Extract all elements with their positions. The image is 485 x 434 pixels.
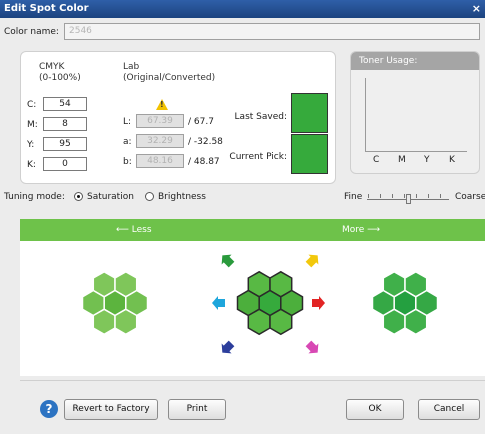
less-more-bar: ⟵ Less More ⟶ — [20, 219, 485, 241]
ok-button[interactable]: OK — [346, 399, 404, 420]
center-hexagon[interactable] — [269, 308, 293, 336]
black-input[interactable]: 0 — [43, 157, 87, 171]
more-direction: More ⟶ — [342, 225, 381, 235]
more-saturation-hexagon[interactable] — [404, 308, 428, 336]
toner-label-m: M — [398, 155, 406, 165]
less-saturation-hexagon[interactable] — [92, 308, 116, 336]
title-bar: Edit Spot Color × — [0, 0, 485, 18]
toner-y-axis — [365, 78, 366, 151]
slider-tick — [440, 194, 441, 198]
color-name-input[interactable]: 2546 — [64, 23, 480, 40]
cancel-button[interactable]: Cancel — [418, 399, 480, 420]
brightness-label[interactable]: Brightness — [158, 192, 206, 202]
lab-l-original: 67.39 — [136, 114, 184, 128]
less-label: Less — [131, 225, 152, 235]
cmyk-header: CMYK (0-100%) — [39, 62, 81, 83]
saturation-label[interactable]: Saturation — [87, 192, 134, 202]
yellow-input[interactable]: 95 — [43, 137, 87, 151]
arrow-up-right-icon[interactable] — [304, 250, 323, 269]
arrow-down-right-icon[interactable] — [304, 339, 323, 358]
edit-spot-color-dialog: Color name: 2546 CMYK (0-100%) Lab (Orig… — [0, 18, 485, 434]
black-label: K: — [27, 160, 36, 170]
slider-tick — [368, 194, 369, 198]
slider-tick — [416, 194, 417, 198]
granularity-slider-thumb[interactable] — [406, 194, 411, 204]
slider-tick — [380, 194, 381, 198]
more-label: More — [342, 225, 365, 235]
arrow-up-left-icon[interactable] — [217, 250, 236, 269]
last-saved-label: Last Saved: — [234, 112, 287, 122]
close-icon[interactable]: × — [472, 2, 481, 15]
more-saturation-hexagon[interactable] — [382, 308, 406, 336]
color-name-label: Color name: — [4, 27, 59, 37]
slider-tick — [392, 194, 393, 198]
yellow-label: Y: — [27, 140, 35, 150]
brightness-radio[interactable] — [145, 192, 154, 201]
warning-icon: ! — [156, 99, 168, 110]
slider-tick — [428, 194, 429, 198]
current-pick-label: Current Pick: — [229, 152, 287, 162]
last-saved-swatch — [291, 93, 328, 133]
footer-separator — [20, 380, 485, 381]
saturation-radio[interactable] — [74, 192, 83, 201]
arrow-right-icon[interactable] — [312, 296, 325, 310]
lab-b-label: b: — [123, 157, 132, 167]
cyan-input[interactable]: 54 — [43, 97, 87, 111]
coarse-label: Coarse — [455, 192, 485, 202]
magenta-label: M: — [27, 120, 38, 130]
lab-a-converted: / -32.58 — [188, 137, 223, 147]
lab-header: Lab (Original/Converted) — [123, 62, 216, 83]
hexagon-picker — [81, 250, 439, 358]
lab-b-original: 48.16 — [136, 154, 184, 168]
help-icon[interactable]: ? — [40, 400, 58, 418]
toner-x-axis — [365, 151, 467, 152]
center-hexagon[interactable] — [247, 308, 271, 336]
slider-tick — [404, 194, 405, 198]
lab-b-converted: / 48.87 — [188, 157, 220, 167]
lab-l-converted: / 67.7 — [188, 117, 214, 127]
toner-label-k: K — [449, 155, 455, 165]
arrow-down-left-icon[interactable] — [217, 339, 236, 358]
color-tuning-area: ⟵ Less More ⟶ — [20, 219, 485, 376]
arrow-left-icon[interactable] — [212, 296, 225, 310]
lab-a-original: 32.29 — [136, 134, 184, 148]
cyan-label: C: — [27, 100, 37, 110]
print-button[interactable]: Print — [168, 399, 226, 420]
lab-a-label: a: — [123, 137, 132, 147]
toner-label-c: C — [373, 155, 380, 165]
tuning-mode-label: Tuning mode: — [4, 192, 65, 202]
less-saturation-hexagon[interactable] — [114, 308, 138, 336]
fine-label: Fine — [344, 192, 363, 202]
less-direction: ⟵ Less — [116, 225, 152, 235]
magenta-input[interactable]: 8 — [43, 117, 87, 131]
color-values-panel: CMYK (0-100%) Lab (Original/Converted) C… — [20, 51, 336, 184]
toner-usage-panel: Toner Usage: C M Y K — [350, 51, 480, 174]
current-pick-swatch — [291, 134, 328, 174]
window-title: Edit Spot Color — [4, 3, 89, 14]
lab-l-label: L: — [123, 117, 132, 127]
toner-label-y: Y — [424, 155, 430, 165]
revert-to-factory-button[interactable]: Revert to Factory — [64, 399, 158, 420]
toner-usage-title: Toner Usage: — [351, 52, 479, 70]
